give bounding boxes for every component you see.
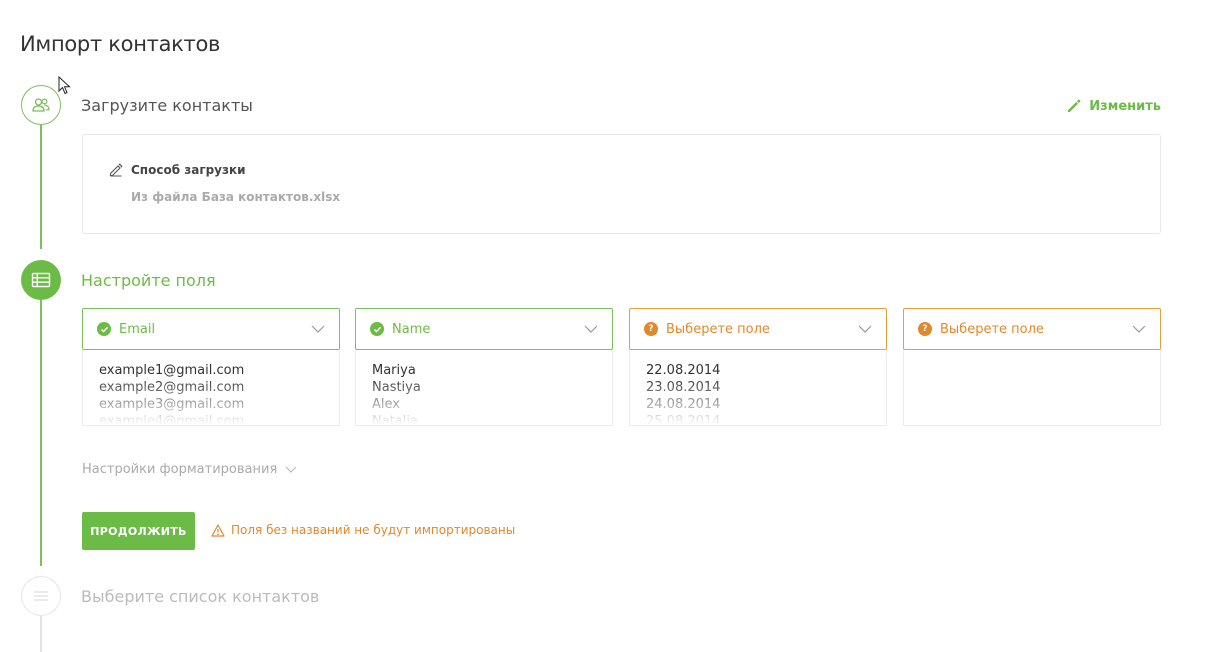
field-select-label: Name — [392, 321, 431, 337]
chevron-down-icon — [285, 466, 297, 473]
chevron-down-icon — [311, 325, 325, 333]
table-icon — [31, 272, 51, 288]
field-select-3[interactable]: ? Выберете поле — [629, 308, 887, 350]
question-icon: ? — [918, 322, 932, 336]
step-1-indicator — [21, 85, 61, 125]
sample-value: Nastiya — [372, 380, 421, 395]
page-title: Импорт контактов — [20, 32, 221, 56]
chevron-down-icon — [584, 325, 598, 333]
step-3-title: Выберите список контактов — [81, 587, 320, 606]
formatting-settings-label: Настройки форматирования — [82, 462, 278, 477]
field-column-3: ? Выберете поле 22.08.2014 23.08.2014 24… — [629, 308, 887, 426]
sample-value: example1@gmail.com — [99, 363, 245, 378]
warning-icon — [211, 523, 225, 537]
sample-value: example2@gmail.com — [99, 380, 245, 395]
edit-upload-label: Изменить — [1089, 98, 1161, 114]
step-3-indicator — [21, 576, 61, 616]
field-sample-values: 22.08.2014 23.08.2014 24.08.2014 25.08.2… — [629, 350, 887, 426]
field-select-label: Выберете поле — [666, 321, 770, 337]
unnamed-fields-warning: Поля без названий не будут импортированы — [211, 523, 515, 537]
sample-value: 25.08.2014 — [646, 414, 721, 426]
field-sample-values: example1@gmail.com example2@gmail.com ex… — [82, 350, 340, 426]
mouse-cursor-icon — [58, 76, 71, 95]
upload-method-value: Из файла База контактов.xlsx — [131, 190, 341, 204]
field-select-email[interactable]: Email — [82, 308, 340, 350]
question-icon: ? — [644, 322, 658, 336]
list-icon — [34, 591, 48, 601]
step-2-indicator — [21, 260, 61, 300]
field-sample-values — [903, 350, 1161, 426]
step-1-title: Загрузите контакты — [81, 96, 253, 115]
check-icon — [97, 322, 111, 336]
field-select-4[interactable]: ? Выберете поле — [903, 308, 1161, 350]
field-sample-values: Mariya Nastiya Alex Natalia — [355, 350, 613, 426]
upload-summary-card: Способ загрузки Из файла База контактов.… — [82, 134, 1161, 234]
sample-value: 23.08.2014 — [646, 380, 721, 395]
warning-text: Поля без названий не будут импортированы — [231, 523, 516, 537]
continue-button[interactable]: ПРОДОЛЖИТЬ — [82, 512, 195, 550]
chevron-down-icon — [1132, 325, 1146, 333]
timeline-connector-1 — [40, 125, 42, 249]
field-column-name: Name Mariya Nastiya Alex Natalia — [355, 308, 613, 426]
check-icon — [370, 322, 384, 336]
field-select-label: Выберете поле — [940, 321, 1044, 337]
sample-value: 24.08.2014 — [646, 397, 721, 412]
chevron-down-icon — [858, 325, 872, 333]
pencil-icon — [1068, 99, 1081, 112]
sample-value: example4@gmail.com — [99, 414, 245, 426]
field-column-email: Email example1@gmail.com example2@gmail.… — [82, 308, 340, 426]
edit-upload-button[interactable]: Изменить — [1066, 98, 1161, 114]
users-icon — [32, 98, 50, 112]
step-2-title: Настройте поля — [81, 271, 216, 290]
field-select-name[interactable]: Name — [355, 308, 613, 350]
sample-value: 22.08.2014 — [646, 363, 721, 378]
field-select-label: Email — [119, 321, 156, 337]
timeline-connector-3 — [40, 616, 42, 652]
sample-value: Alex — [372, 397, 400, 412]
sample-value: example3@gmail.com — [99, 397, 245, 412]
pen-outline-icon — [109, 163, 123, 177]
sample-value: Natalia — [372, 414, 418, 426]
sample-value: Mariya — [372, 363, 416, 378]
timeline-connector-2 — [40, 300, 42, 566]
field-column-4: ? Выберете поле — [903, 308, 1161, 426]
upload-method-label: Способ загрузки — [131, 163, 246, 177]
formatting-settings-toggle[interactable]: Настройки форматирования — [82, 462, 297, 477]
upload-method-row: Способ загрузки — [109, 163, 246, 177]
